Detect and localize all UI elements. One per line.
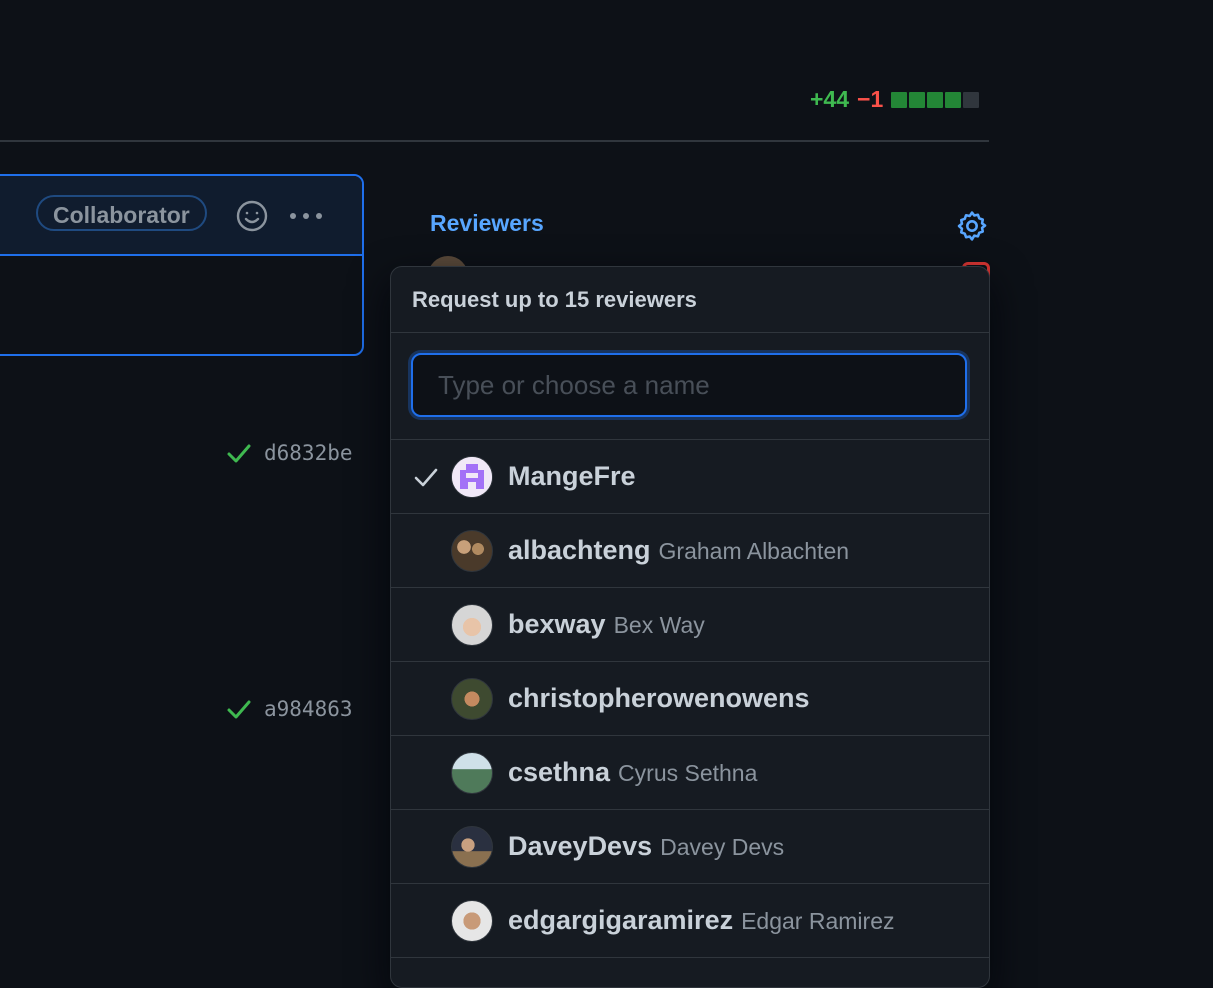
reviewer-login: csethna Cyrus Sethna [508, 757, 758, 787]
dropdown-filter [391, 333, 989, 440]
header-divider [0, 140, 989, 142]
check-icon [227, 444, 251, 463]
diffstat-blocks [891, 91, 980, 108]
commit-sha-link[interactable]: a984863 [264, 697, 353, 721]
reviewer-item-daveydevs[interactable]: DaveyDevs Davey Devs [391, 810, 989, 884]
reviewer-full-name: Graham Albachten [658, 538, 850, 564]
reviewer-full-name: Edgar Ramirez [741, 908, 895, 934]
dropdown-header: Request up to 15 reviewers [391, 267, 989, 333]
reviewer-item-albachteng[interactable]: albachteng Graham Albachten [391, 514, 989, 588]
reviewer-login: DaveyDevs Davey Devs [508, 831, 785, 861]
diffstat: +44 −1 [810, 86, 980, 113]
reviewer-item-edgargigaramirez[interactable]: edgargigaramirez Edgar Ramirez [391, 884, 989, 958]
check-icon [227, 700, 251, 719]
commit-row: d6832be [226, 440, 353, 466]
comment-box: Collaborator [0, 174, 364, 356]
gear-icon[interactable] [955, 209, 989, 243]
reviewer-login: MangeFre [508, 461, 636, 491]
commit-row: a984863 [226, 696, 353, 722]
comment-header: Collaborator [0, 176, 362, 256]
avatar [451, 825, 493, 868]
reviewer-item-christopherowenowens[interactable]: christopherowenowens [391, 662, 989, 736]
collaborator-badge: Collaborator [36, 195, 207, 231]
reviewer-full-name: Bex Way [613, 612, 705, 638]
reviewer-login: albachteng Graham Albachten [508, 535, 850, 565]
avatar [451, 677, 493, 720]
diffstat-block [909, 91, 926, 108]
add-reaction-icon[interactable] [236, 200, 268, 232]
reviewer-login: christopherowenowens [508, 683, 810, 713]
avatar [451, 899, 493, 942]
diffstat-block [945, 91, 962, 108]
reviewer-login: edgargigaramirez Edgar Ramirez [508, 905, 895, 935]
kebab-menu-icon[interactable] [290, 213, 322, 219]
avatar [451, 455, 493, 498]
reviewers-title[interactable]: Reviewers [430, 210, 544, 237]
diffstat-deletions: −1 [857, 86, 884, 112]
reviewer-item-csethna[interactable]: csethna Cyrus Sethna [391, 736, 989, 810]
diffstat-block [963, 91, 980, 108]
avatar [451, 751, 493, 794]
diffstat-block [927, 91, 944, 108]
check-icon [414, 468, 438, 487]
reviewer-item-mangefre[interactable]: MangeFre [391, 440, 989, 514]
reviewer-item-bexway[interactable]: bexway Bex Way [391, 588, 989, 662]
reviewer-search-input[interactable] [411, 353, 967, 417]
commit-sha-link[interactable]: d6832be [264, 441, 353, 465]
avatar [451, 603, 493, 646]
avatar [451, 529, 493, 572]
diffstat-block [891, 91, 908, 108]
diffstat-additions: +44 [810, 86, 850, 112]
reviewer-full-name: Davey Devs [660, 834, 785, 860]
reviewer-full-name: Cyrus Sethna [618, 760, 758, 786]
reviewer-login: bexway Bex Way [508, 609, 705, 639]
reviewer-dropdown: Request up to 15 reviewers MangeFre alba… [390, 266, 990, 988]
